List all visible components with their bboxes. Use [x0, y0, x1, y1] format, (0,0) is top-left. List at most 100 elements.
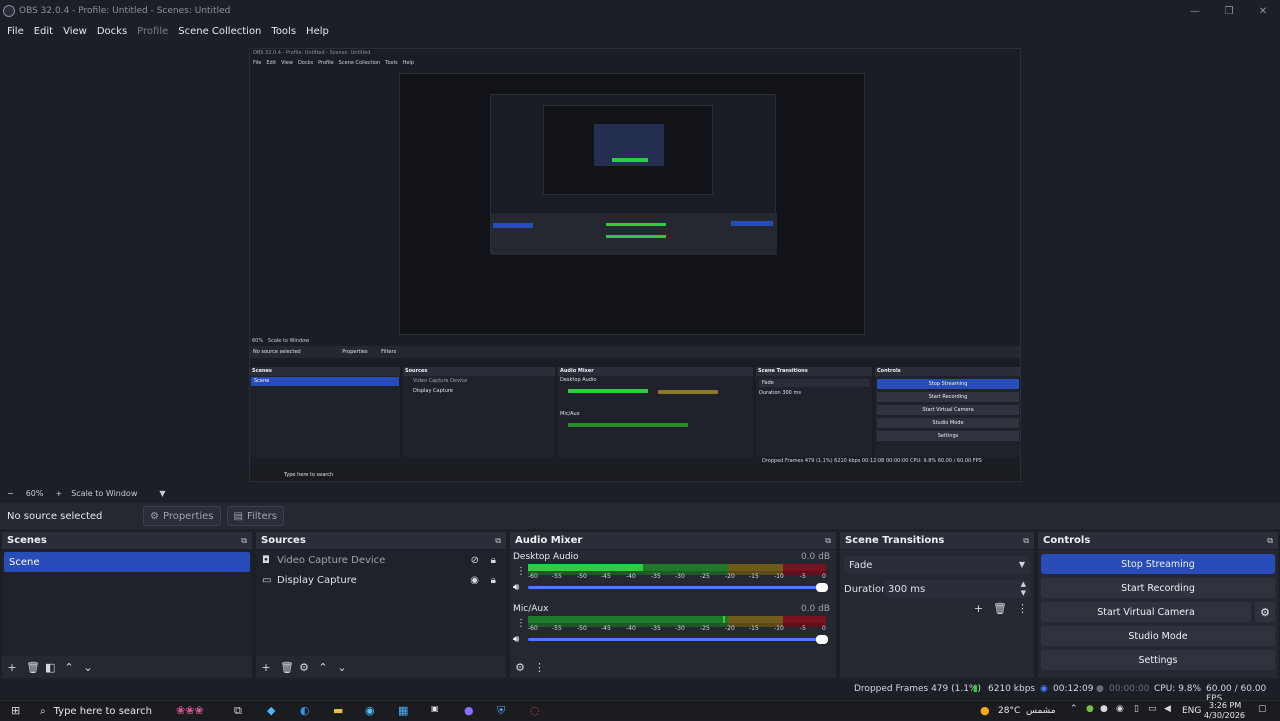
scene-filters-icon[interactable]: ◧: [45, 661, 55, 674]
volume-icon[interactable]: ◀: [1164, 704, 1171, 714]
volume-slider[interactable]: [528, 583, 828, 592]
transition-select[interactable]: Fade ▼: [844, 556, 1030, 574]
task-view-icon[interactable]: ⧉: [234, 704, 242, 718]
menu-scene-collection[interactable]: Scene Collection: [173, 26, 266, 37]
edge-icon[interactable]: ◐: [300, 704, 310, 717]
file-explorer-icon[interactable]: ▬: [333, 704, 343, 717]
clock-date[interactable]: 4/30/2026: [1204, 711, 1245, 720]
undock-icon[interactable]: ⧉: [825, 536, 831, 546]
stop-streaming-button[interactable]: Stop Streaming: [1041, 554, 1275, 574]
speaker-icon[interactable]: 🔊︎: [513, 634, 519, 645]
shield-icon[interactable]: ⛨: [497, 704, 505, 718]
menu-tools[interactable]: Tools: [266, 26, 301, 37]
nested-src1: Video Capture Device: [413, 378, 468, 384]
remove-source-icon[interactable]: 🗑: [280, 661, 294, 674]
mixer-menu-icon[interactable]: ⋮: [534, 661, 545, 674]
menu-profile[interactable]: Profile: [132, 26, 173, 37]
search-icon: ⌕: [40, 705, 46, 717]
remove-scene-icon[interactable]: 🗑: [26, 661, 40, 674]
zoom-bar: − 60% + Scale to Window ▼: [0, 485, 1280, 501]
remove-transition-icon[interactable]: 🗑: [993, 602, 1007, 615]
settings-button[interactable]: Settings: [1041, 650, 1275, 670]
nested-zoombar: 60% Scale to Window: [252, 338, 309, 344]
tray-app-icon[interactable]: ●: [1086, 704, 1094, 714]
channel-menu-icon[interactable]: ⋮: [516, 618, 526, 629]
network-icon[interactable]: ▭: [1148, 704, 1157, 714]
lock-icon[interactable]: 🔒︎: [491, 575, 496, 586]
volume-slider[interactable]: [528, 635, 828, 644]
transition-menu-icon[interactable]: ⋮: [1017, 602, 1028, 615]
minimize-button[interactable]: —: [1178, 0, 1212, 22]
nested-fade: Fade: [759, 379, 869, 387]
nested-properties: Properties: [342, 349, 368, 355]
monitor-icon: ▭: [262, 574, 272, 586]
store-icon[interactable]: ▦: [398, 704, 408, 717]
add-source-icon[interactable]: +: [261, 661, 271, 674]
tick-label: -60: [528, 573, 538, 580]
menu-help[interactable]: Help: [301, 26, 334, 37]
slider-knob[interactable]: [816, 635, 828, 644]
properties-button[interactable]: ⚙ Properties: [143, 506, 221, 526]
menu-edit[interactable]: Edit: [29, 26, 58, 37]
nested-filters: Filters: [381, 349, 397, 355]
preview-canvas[interactable]: OBS 32.0.4 - Profile: Untitled - Scenes:…: [0, 40, 1280, 485]
undock-icon[interactable]: ⧉: [495, 536, 501, 546]
menu-file[interactable]: File: [2, 26, 29, 37]
language[interactable]: ENG: [1182, 706, 1201, 716]
close-button[interactable]: ✕: [1246, 0, 1280, 22]
filters-button[interactable]: ▤ Filters: [226, 506, 284, 526]
move-up-icon[interactable]: ⌃: [318, 661, 328, 674]
eye-icon[interactable]: ◉: [470, 575, 479, 586]
zoom-out-button[interactable]: −: [7, 489, 14, 498]
channel-menu-icon[interactable]: ⋮: [516, 566, 526, 577]
start-virtual-camera-button[interactable]: Start Virtual Camera: [1041, 602, 1251, 622]
discord-icon[interactable]: ●: [464, 704, 474, 717]
source-item-video-capture[interactable]: ◘ Video Capture Device ⊘ 🔒︎: [256, 550, 506, 570]
duration-input[interactable]: 300 ms ▲ ▼: [884, 580, 1030, 598]
eye-hidden-icon[interactable]: ⊘: [471, 555, 479, 566]
tray-app-icon[interactable]: ●: [1100, 704, 1108, 714]
notification-icon[interactable]: ▢: [1258, 704, 1267, 714]
add-transition-icon[interactable]: +: [974, 602, 983, 615]
nested-inner-stream: [731, 221, 773, 226]
app-icon[interactable]: ◌: [530, 704, 540, 717]
undock-icon[interactable]: ⧉: [1267, 536, 1273, 546]
scale-dropdown-icon[interactable]: ▼: [159, 489, 165, 498]
source-item-display-capture[interactable]: ▭ Display Capture ◉ 🔒︎: [256, 570, 506, 590]
tick-label: -55: [552, 573, 562, 580]
add-scene-icon[interactable]: +: [7, 661, 17, 674]
virtual-camera-settings-icon[interactable]: ⚙: [1255, 602, 1275, 622]
maximize-button[interactable]: ❐: [1212, 0, 1246, 22]
tray-chevron-up-icon[interactable]: ⌃: [1070, 704, 1078, 714]
studio-mode-button[interactable]: Studio Mode: [1041, 626, 1275, 646]
advanced-audio-icon[interactable]: ⚙: [515, 661, 525, 674]
spinner-icon[interactable]: ▲ ▼: [1021, 580, 1026, 598]
scene-item[interactable]: Scene: [4, 552, 250, 572]
speaker-icon[interactable]: 🔊︎: [513, 582, 519, 593]
undock-icon[interactable]: ⧉: [1023, 536, 1029, 546]
tray-app-icon[interactable]: ▯: [1134, 704, 1139, 714]
tick-label: -15: [749, 625, 759, 632]
copilot-icon[interactable]: ◆: [267, 704, 275, 717]
epic-games-icon[interactable]: ▣: [431, 704, 439, 713]
source-properties-icon[interactable]: ⚙: [299, 661, 309, 674]
slider-knob[interactable]: [816, 583, 828, 592]
menu-view[interactable]: View: [58, 26, 92, 37]
move-down-icon[interactable]: ⌄: [337, 661, 347, 674]
zoom-in-button[interactable]: +: [55, 489, 62, 498]
undock-icon[interactable]: ⧉: [241, 536, 247, 546]
start-recording-button[interactable]: Start Recording: [1041, 578, 1275, 598]
duration-label: Duration: [844, 584, 888, 595]
channel-db: 0.0 dB: [800, 552, 830, 562]
tray-app-icon[interactable]: ◉: [1116, 704, 1124, 714]
scale-mode-label[interactable]: Scale to Window: [71, 489, 137, 498]
mixer-channels: Desktop Audio 0.0 dB ⋮ -60 -55 -50 -45 -…: [510, 550, 836, 656]
windows-start-icon[interactable]: ⊞: [11, 704, 20, 717]
taskbar-search[interactable]: ⌕ Type here to search: [32, 701, 152, 721]
move-down-icon[interactable]: ⌄: [83, 661, 93, 674]
menu-docks[interactable]: Docks: [92, 26, 132, 37]
move-up-icon[interactable]: ⌃: [64, 661, 74, 674]
clock-time[interactable]: 3:26 PM: [1209, 701, 1241, 710]
lock-icon[interactable]: 🔒︎: [491, 555, 496, 566]
obs-taskbar-icon[interactable]: ◉: [365, 704, 375, 717]
